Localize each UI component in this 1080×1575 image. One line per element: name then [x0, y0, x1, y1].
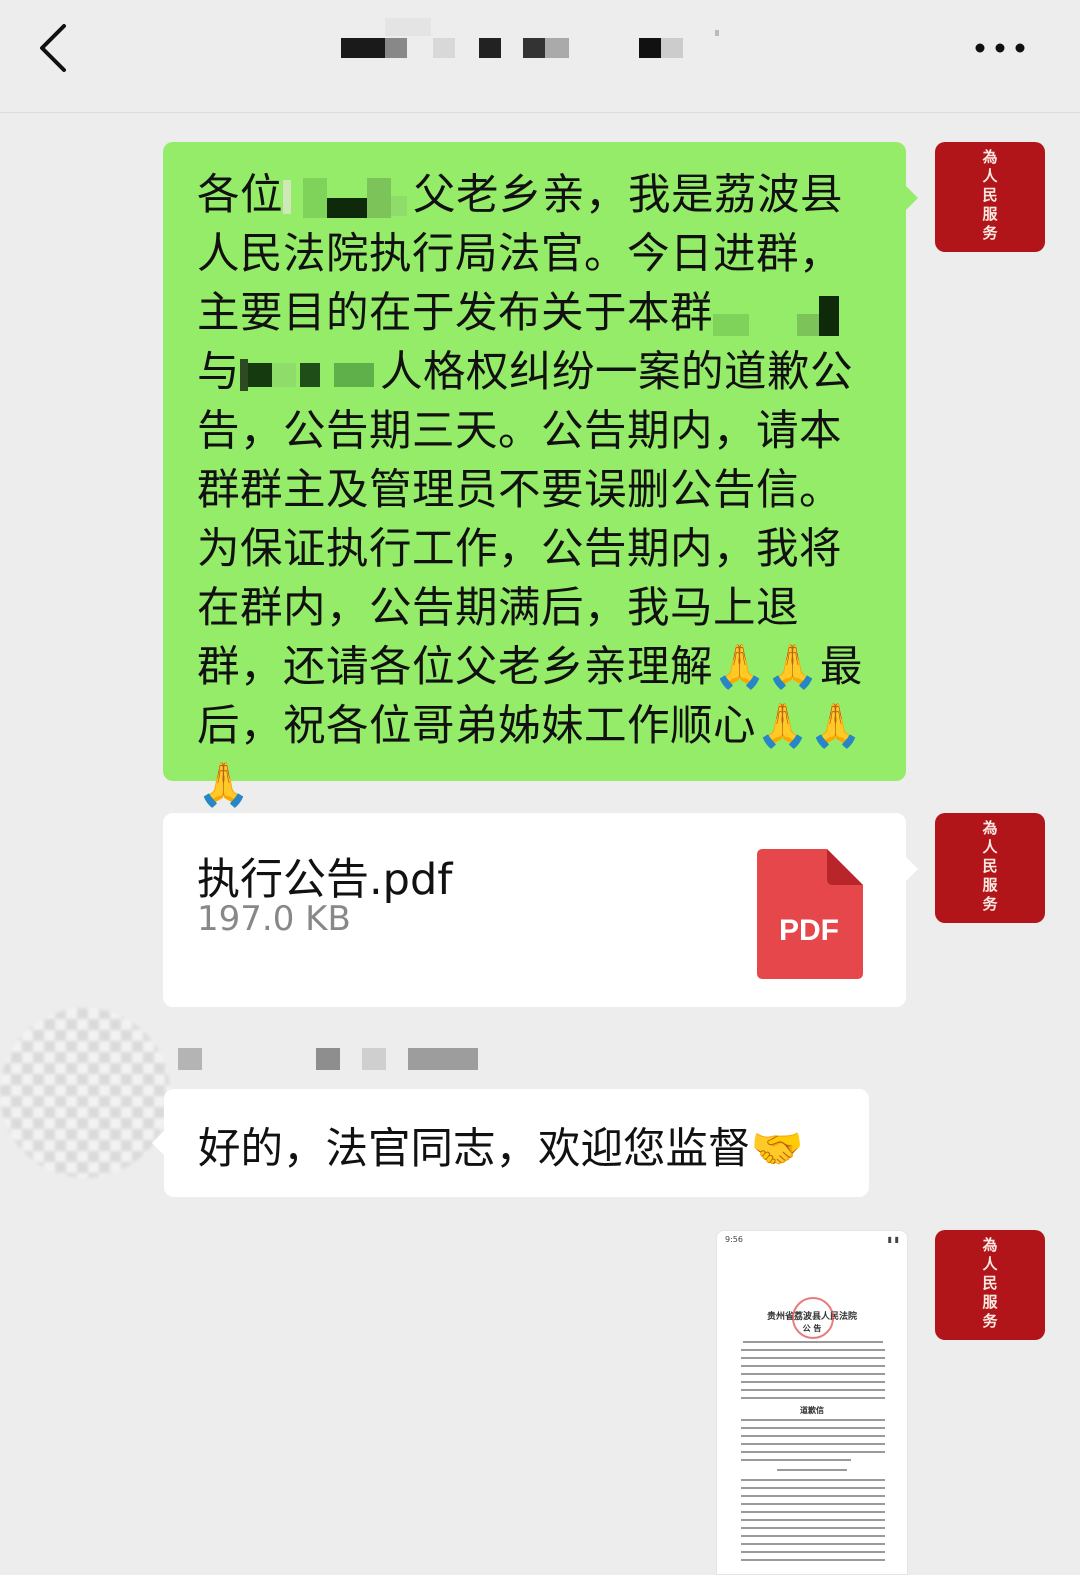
- more-options-button[interactable]: [970, 30, 1030, 66]
- avatar-stamp: 為 人 民 服 务: [982, 148, 998, 242]
- doc-heading: 道歉信: [800, 1406, 824, 1415]
- self-avatar[interactable]: 為 人 民 服 务: [935, 142, 1045, 252]
- avatar-stamp: 為 人 民 服 务: [982, 1236, 998, 1330]
- sender-name-redacted: [178, 1046, 498, 1072]
- chat-header: [0, 0, 1080, 113]
- official-seal-icon: [792, 1297, 834, 1339]
- file-name: 执行公告.pdf: [197, 855, 453, 905]
- message-text: 好的，法官同志，欢迎您监督🤝: [198, 1125, 804, 1174]
- bubble-tail: [906, 857, 918, 881]
- self-avatar[interactable]: 為 人 民 服 务: [935, 813, 1045, 923]
- pdf-icon-label: PDF: [779, 914, 839, 947]
- message-bubble-outgoing[interactable]: 各位 父老乡亲，我是荔波县人民法院执行局法官。今日进群，主要目的在于发布关于本群与…: [163, 142, 918, 810]
- redacted-text: [240, 355, 380, 395]
- redacted-text: [283, 177, 413, 218]
- chevron-left-icon: [40, 24, 66, 72]
- message-bubble-incoming[interactable]: 好的，法官同志，欢迎您监督🤝: [152, 1089, 869, 1197]
- self-avatar[interactable]: 為 人 民 服 务: [935, 1230, 1045, 1340]
- message-text: 各位 父老乡亲，我是荔波县人民法院执行局法官。今日进群，主要目的在于发布关于本群与…: [197, 171, 863, 810]
- avatar-stamp: 為 人 民 服 务: [982, 819, 998, 913]
- sender-avatar-redacted[interactable]: [0, 1008, 170, 1178]
- back-button[interactable]: [30, 18, 80, 78]
- redacted-text: [713, 295, 843, 336]
- thumb-status-icons: ▮ ▮: [887, 1235, 899, 1244]
- bubble-tail: [152, 1131, 164, 1155]
- pdf-file-icon: PDF: [757, 849, 863, 979]
- file-size: 197.0 KB: [197, 899, 351, 939]
- chat-title-redacted: [335, 14, 735, 74]
- thumb-status-time: 9:56: [725, 1235, 743, 1244]
- more-horizontal-icon: [975, 43, 1025, 53]
- file-message-bubble[interactable]: 执行公告.pdf 197.0 KB PDF: [163, 813, 918, 1007]
- image-message-document[interactable]: 9:56 ▮ ▮ 贵州省荔波县人民法院 公 告 道歉信: [716, 1230, 908, 1575]
- bubble-tail: [906, 186, 918, 210]
